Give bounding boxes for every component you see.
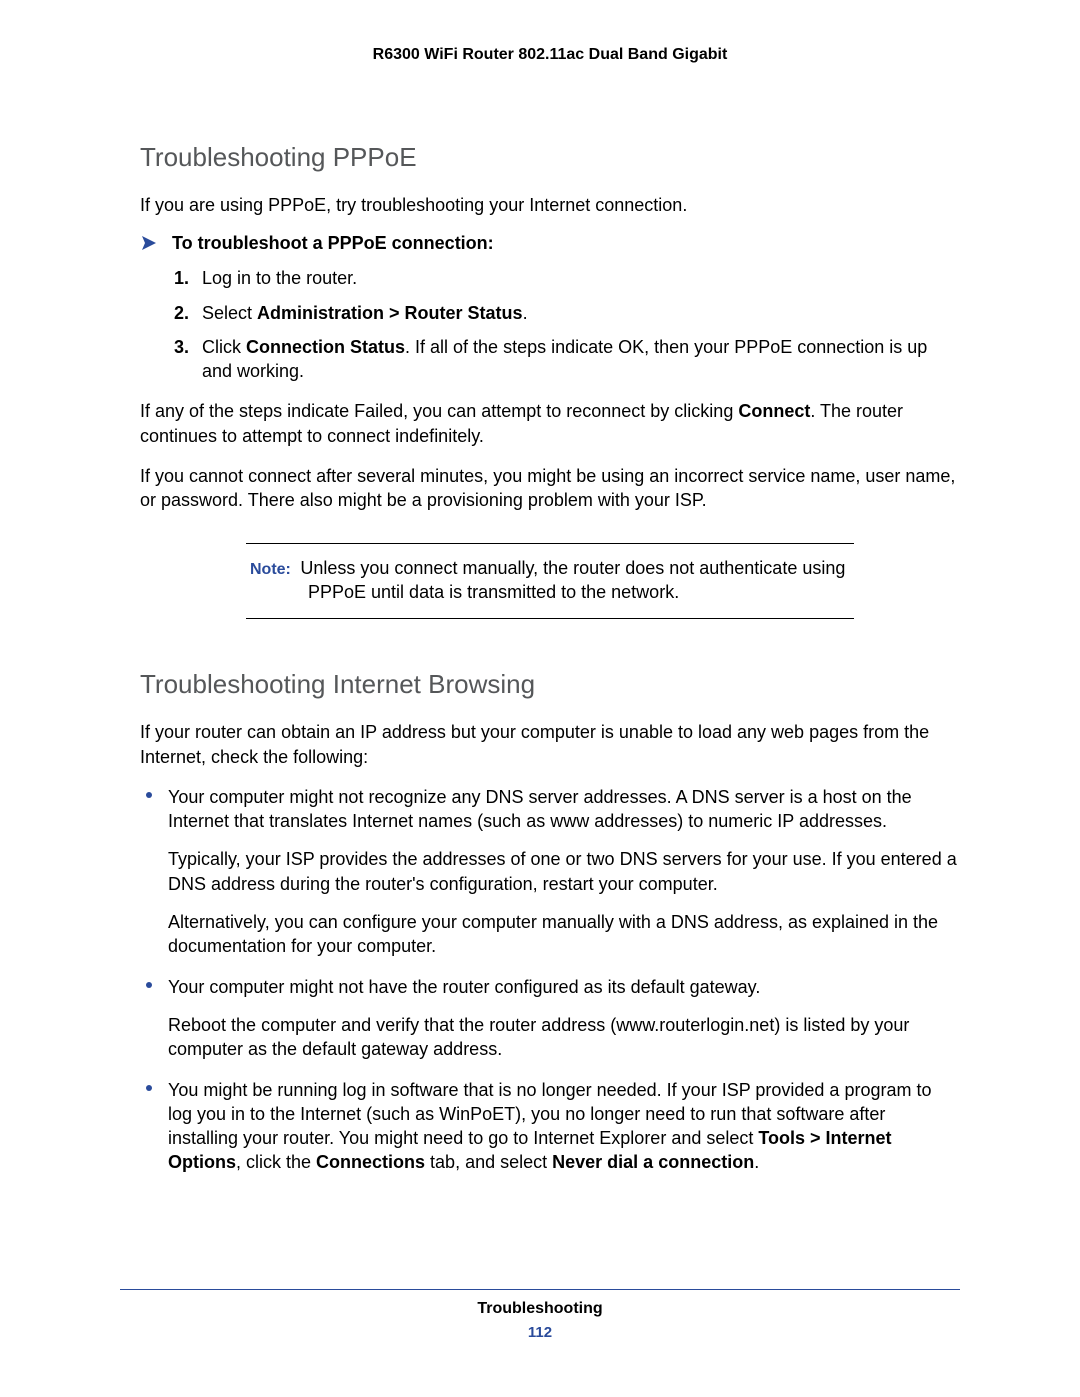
bullet-text: Your computer might not recognize any DN… [168, 787, 912, 831]
page-footer: Troubleshooting 112 [120, 1289, 960, 1341]
note-text-line2: PPPoE until data is transmitted to the n… [250, 580, 850, 604]
step-text-bold: Administration > Router Status [257, 303, 523, 323]
bold-text: Connect [738, 401, 810, 421]
step-2: Select Administration > Router Status. [202, 301, 960, 325]
bullet-text: Your computer might not have the router … [168, 977, 760, 997]
bullet-icon [146, 1085, 152, 1091]
step-text: Log in to the router. [202, 268, 357, 288]
footer-title: Troubleshooting [120, 1300, 960, 1318]
step-3: Click Connection Status. If all of the s… [202, 335, 960, 384]
step-text-pre: Select [202, 303, 257, 323]
bullet-sub-paragraph: Reboot the computer and verify that the … [168, 1013, 960, 1062]
footer-rule [120, 1289, 960, 1290]
intro-paragraph: If your router can obtain an IP address … [140, 720, 960, 769]
note-text-line1: Unless you connect manually, the router … [295, 558, 845, 578]
footer-page-number: 112 [120, 1324, 960, 1341]
bold-text: Connections [316, 1152, 425, 1172]
note-label: Note: [250, 561, 291, 578]
arrow-right-icon [142, 236, 156, 250]
step-1: Log in to the router. [202, 266, 960, 290]
note-box: Note: Unless you connect manually, the r… [246, 543, 854, 620]
body-paragraph: If you cannot connect after several minu… [140, 464, 960, 513]
body-paragraph: If any of the steps indicate Failed, you… [140, 399, 960, 448]
step-text-pre: Click [202, 337, 246, 357]
bullet-sub-paragraph: Alternatively, you can configure your co… [168, 910, 960, 959]
bullet-list: Your computer might not recognize any DN… [140, 785, 960, 1175]
step-text-bold: Connection Status [246, 337, 405, 357]
bullet-icon [146, 792, 152, 798]
step-text-post: . [523, 303, 528, 323]
page-header: R6300 WiFi Router 802.11ac Dual Band Gig… [140, 46, 960, 64]
document-page: R6300 WiFi Router 802.11ac Dual Band Gig… [0, 0, 1080, 1397]
procedure-heading: To troubleshoot a PPPoE connection: [140, 233, 960, 254]
section-heading-browsing: Troubleshooting Internet Browsing [140, 669, 960, 700]
procedure-label: To troubleshoot a PPPoE connection: [172, 233, 494, 253]
list-item: Your computer might not have the router … [168, 975, 960, 1062]
section-heading-pppoe: Troubleshooting PPPoE [140, 142, 960, 173]
intro-paragraph: If you are using PPPoE, try troubleshoot… [140, 193, 960, 217]
list-item: Your computer might not recognize any DN… [168, 785, 960, 959]
procedure-steps: Log in to the router. Select Administrat… [140, 266, 960, 383]
list-item: You might be running log in software tha… [168, 1078, 960, 1175]
bold-text: Never dial a connection [552, 1152, 754, 1172]
bullet-sub-paragraph: Typically, your ISP provides the address… [168, 847, 960, 896]
bullet-icon [146, 982, 152, 988]
